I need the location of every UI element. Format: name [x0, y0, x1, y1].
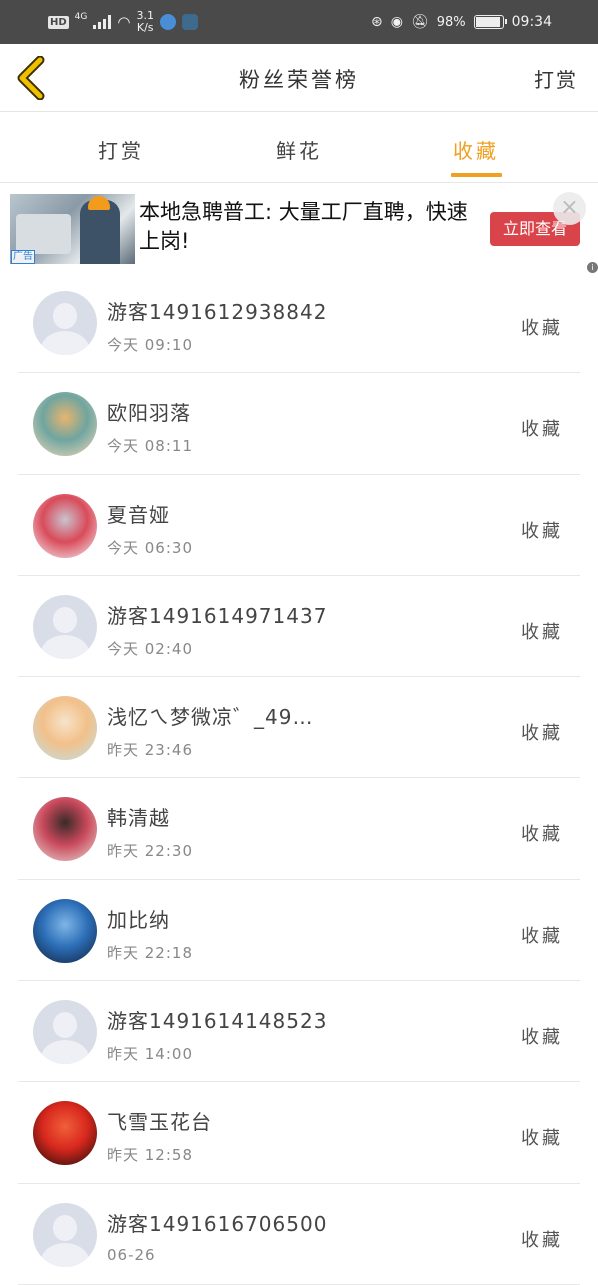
photo-avatar[interactable] — [33, 797, 97, 862]
list-item[interactable]: 游客1491616706500 06-26 收藏 — [0, 1184, 598, 1285]
default-avatar[interactable] — [33, 1202, 97, 1267]
ad-close-icon[interactable]: × — [553, 192, 586, 225]
list-item[interactable]: 游客1491612938842 今天 09:10 收藏 — [0, 272, 598, 374]
anime-avatar[interactable] — [33, 493, 97, 558]
ad-tag: 广告 — [11, 250, 35, 264]
list-item[interactable]: 夏音娅今天 06:30 收藏 — [0, 475, 598, 576]
fan-action: 收藏 — [521, 824, 563, 846]
list-item[interactable]: 飞雪玉花台昨天 12:58 收藏 — [0, 1082, 598, 1184]
default-avatar[interactable] — [33, 1000, 97, 1065]
nfc-icon: ⊛ — [371, 14, 383, 30]
fan-name: 韩清越 — [107, 806, 170, 831]
fan-action: 收藏 — [521, 419, 563, 441]
tab-favorites[interactable]: 收藏 — [453, 135, 499, 164]
fan-name: 游客1491614148523 — [107, 1009, 328, 1034]
flower-avatar[interactable] — [33, 1101, 97, 1166]
fan-time: 昨天 22:18 — [107, 943, 193, 962]
doll-avatar[interactable] — [33, 392, 97, 457]
fan-time: 昨天 14:00 — [107, 1045, 193, 1064]
fan-time: 昨天 12:58 — [107, 1146, 193, 1165]
fan-name: 欧阳羽落 — [107, 401, 191, 426]
fan-action: 收藏 — [521, 1027, 563, 1049]
fan-name: 游客1491616706500 — [107, 1211, 328, 1236]
list-item[interactable]: 游客1491614148523 昨天 14:00 收藏 — [0, 981, 598, 1083]
active-tab-indicator — [451, 173, 502, 177]
fan-time: 今天 09:10 — [107, 336, 193, 354]
anime-girl-avatar[interactable] — [33, 696, 97, 761]
signal-icon — [93, 15, 112, 29]
list-item[interactable]: 韩清越昨天 22:30 收藏 — [0, 778, 598, 880]
list-item[interactable]: 浅忆ㄟ梦微凉゛_49… 昨天 23:46 收藏 — [0, 677, 598, 779]
hd-badge: HD — [48, 15, 69, 29]
fan-time: 06-26 — [107, 1245, 156, 1264]
fan-time: 昨天 22:30 — [107, 842, 193, 861]
fan-action: 收藏 — [521, 520, 563, 542]
default-avatar[interactable] — [33, 291, 97, 355]
fan-name: 飞雪玉花台 — [107, 1110, 212, 1135]
fan-time: 今天 02:40 — [107, 639, 193, 658]
battery-percent: 98% — [436, 14, 466, 30]
ad-banner[interactable]: 广告 本地急聘普工: 大量工厂直聘，快速上岗! 立即查看 × i — [0, 184, 598, 273]
fan-time: 昨天 23:46 — [107, 741, 193, 760]
fan-action: 收藏 — [521, 318, 563, 339]
clock: 09:34 — [511, 14, 552, 30]
status-left: HD 4G ◠ 3.1 K/s — [48, 0, 198, 44]
status-right: ⊛ ◉ 🔕︎ 98% 09:34 — [371, 0, 552, 44]
fan-name: 游客1491614971437 — [107, 603, 328, 628]
nav-bar: 粉丝荣誉榜 打赏 — [0, 44, 598, 112]
fan-time: 今天 08:11 — [107, 437, 193, 456]
eye-comfort-icon: ◉ — [390, 14, 403, 30]
wifi-icon: ◠ — [117, 13, 131, 31]
ad-text[interactable]: 本地急聘普工: 大量工厂直聘，快速上岗! — [139, 198, 479, 256]
fan-name: 浅忆ㄟ梦微凉゛_49… — [107, 705, 314, 730]
mecha-avatar[interactable] — [33, 898, 97, 963]
page-title: 粉丝荣誉榜 — [239, 68, 359, 92]
default-avatar[interactable] — [33, 594, 97, 659]
fan-action: 收藏 — [521, 723, 563, 745]
list-item[interactable]: 游客1491614971437 今天 02:40 收藏 — [0, 576, 598, 678]
fan-time: 今天 06:30 — [107, 538, 193, 557]
fan-action: 收藏 — [521, 925, 563, 947]
fan-action: 收藏 — [521, 621, 563, 643]
list-item[interactable]: 加比纳昨天 22:18 收藏 — [0, 880, 598, 982]
tab-bar: 打赏 鲜花 收藏 — [0, 113, 598, 183]
app-notification-icon — [181, 14, 198, 30]
battery-icon — [473, 15, 507, 29]
fan-action: 收藏 — [521, 1128, 563, 1150]
reward-button[interactable]: 打赏 — [534, 64, 578, 93]
browser-app-icon — [159, 14, 176, 30]
status-bar: HD 4G ◠ 3.1 K/s ⊛ ◉ 🔕︎ 98% 09:34 — [0, 0, 598, 44]
network-speed: 3.1 K/s — [136, 9, 154, 34]
fan-name: 加比纳 — [107, 907, 170, 932]
tab-reward[interactable]: 打赏 — [98, 135, 144, 164]
fan-name: 游客1491612938842 — [107, 300, 328, 324]
tab-flowers[interactable]: 鲜花 — [276, 135, 322, 164]
network-type: 4G — [74, 12, 88, 22]
fan-name: 夏音娅 — [107, 502, 170, 527]
mute-bell-icon: 🔕︎ — [410, 14, 429, 30]
fan-action: 收藏 — [521, 1229, 563, 1251]
list-item[interactable]: 欧阳羽落今天 08:11 收藏 — [0, 373, 598, 475]
fan-list: 游客1491612938842 今天 09:10 收藏 欧阳羽落 今天 08:11 收藏夏… — [0, 272, 598, 1285]
